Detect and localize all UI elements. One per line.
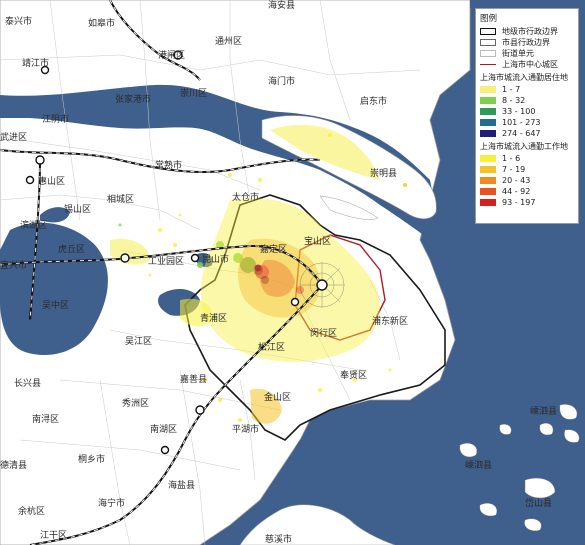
- legend-boundary-label: 地级市行政边界: [502, 27, 558, 36]
- legend-boundary-row: 街道单元: [480, 48, 574, 59]
- label-xishan: 锡山区: [64, 205, 92, 215]
- legend-workplace-row: 93 - 197: [480, 197, 574, 208]
- label-jiading: 嘉定区: [260, 245, 288, 255]
- label-jingjiang: 靖江市: [22, 59, 50, 69]
- legend-workplace-label: 20 - 43: [502, 176, 531, 185]
- label-rugao: 如皋市: [88, 19, 116, 29]
- label-fengxian: 奉贤区: [340, 371, 368, 381]
- label-yuhang: 余杭区: [18, 507, 46, 517]
- label-chongchuan: 崇川区: [180, 89, 208, 99]
- label-taixing: 泰兴市: [5, 17, 33, 27]
- label-haimen: 海门市: [268, 77, 296, 87]
- legend-workplace: 1 - 6 7 - 19 20 - 43 44 - 92 93 - 197: [480, 153, 574, 208]
- label-jiashan: 嘉善县: [180, 375, 208, 385]
- map-view[interactable]: 泰兴市 如皋市 海安县 通州区 港闸区 崇川区 海门市 启东市 靖江市 张家港市…: [0, 0, 585, 545]
- label-yixing: 宜兴市: [0, 261, 28, 271]
- label-wujiang: 吴江区: [125, 337, 153, 347]
- legend-residence: 1 - 7 8 - 32 33 - 100 101 - 273 274 - 647: [480, 84, 574, 139]
- legend-color-swatch: [480, 199, 496, 206]
- legend-boundary-symbol: [480, 64, 496, 65]
- legend-workplace-label: 7 - 19: [502, 165, 526, 174]
- label-haiyan: 海盐县: [168, 481, 196, 491]
- legend-workplace-label: 93 - 197: [502, 198, 536, 207]
- legend-workplace-label: 44 - 92: [502, 187, 531, 196]
- label-jiangyin: 江阴市: [42, 115, 70, 125]
- legend-boundary-symbol: [480, 28, 496, 35]
- legend-residence-row: 33 - 100: [480, 106, 574, 117]
- label-minhang: 闵行区: [310, 329, 338, 339]
- label-nanxun: 南浔区: [32, 415, 60, 425]
- legend-color-swatch: [480, 108, 496, 115]
- label-jinshan: 金山区: [264, 393, 292, 403]
- legend-boundary-label: 上海市中心城区: [502, 60, 558, 69]
- label-shengsi: 嵊泗县: [530, 407, 558, 417]
- legend-residence-row: 274 - 647: [480, 128, 574, 139]
- legend-color-swatch: [480, 166, 496, 173]
- label-gangzha: 港闸区: [158, 51, 186, 61]
- legend-residence-label: 8 - 32: [502, 96, 526, 105]
- legend-color-swatch: [480, 119, 496, 126]
- label-gongyeyuan: 工业园区: [148, 257, 185, 267]
- legend-workplace-row: 44 - 92: [480, 186, 574, 197]
- legend-workplace-row: 7 - 19: [480, 164, 574, 175]
- label-changshu: 常熟市: [155, 161, 183, 171]
- label-qingpu: 青浦区: [200, 314, 228, 324]
- label-haian: 海安县: [268, 1, 296, 11]
- label-zhangjiagang: 张家港市: [115, 95, 152, 105]
- map-legend: 图例 地级市行政边界 市县行政边界 街道单元 上海市中心城区 上海市城流入通勤居住地 …: [475, 8, 579, 224]
- legend-boundaries: 地级市行政边界 市县行政边界 街道单元上海市中心城区: [480, 26, 574, 70]
- legend-boundary-label: 市县行政边界: [502, 38, 550, 47]
- legend-workplace-title: 上海市城流入通勤工作地: [480, 142, 568, 151]
- label-pinghu: 平湖市: [232, 425, 260, 435]
- label-songjiang: 松江区: [258, 343, 286, 353]
- legend-boundary-symbol: [480, 39, 496, 46]
- label-cixi: 慈溪市: [265, 535, 293, 545]
- legend-color-swatch: [480, 188, 496, 195]
- legend-residence-label: 33 - 100: [502, 107, 536, 116]
- legend-boundary-label: 街道单元: [502, 49, 534, 58]
- legend-residence-title: 上海市城流入通勤居住地: [480, 73, 568, 82]
- label-chongming: 崇明县: [370, 169, 398, 179]
- label-wuzhong: 吴中区: [42, 301, 70, 311]
- legend-workplace-label: 1 - 6: [502, 154, 521, 163]
- legend-residence-row: 101 - 273: [480, 117, 574, 128]
- label-pudong: 浦东新区: [372, 317, 409, 327]
- label-haining: 海宁市: [98, 499, 126, 509]
- legend-workplace-row: 20 - 43: [480, 175, 574, 186]
- label-jianggan: 江干区: [40, 531, 68, 541]
- legend-color-swatch: [480, 155, 496, 162]
- label-baoshan: 宝山区: [304, 237, 332, 247]
- legend-color-swatch: [480, 177, 496, 184]
- label-xiangcheng: 相城区: [107, 195, 135, 205]
- legend-color-swatch: [480, 97, 496, 104]
- legend-residence-row: 8 - 32: [480, 95, 574, 106]
- legend-residence-label: 1 - 7: [502, 85, 521, 94]
- legend-residence-label: 274 - 647: [502, 129, 541, 138]
- label-tongxiang: 桐乡市: [78, 455, 106, 465]
- legend-title: 图例: [480, 14, 498, 24]
- label-daishan: 岱山县: [525, 499, 553, 509]
- legend-color-swatch: [480, 130, 496, 137]
- legend-workplace-row: 1 - 6: [480, 153, 574, 164]
- label-deqing: 德清县: [0, 461, 28, 471]
- legend-boundary-symbol: [480, 50, 496, 57]
- label-wujin: 武进区: [0, 133, 28, 143]
- legend-boundary-row: 市县行政边界: [480, 37, 574, 48]
- legend-boundary-row: 上海市中心城区: [480, 59, 574, 70]
- label-huqiu: 虎丘区: [58, 245, 86, 255]
- label-binhu: 滨湖区: [20, 221, 48, 231]
- label-changxing: 长兴县: [14, 379, 42, 389]
- label-taicang: 太仓市: [232, 193, 260, 203]
- label-huishan: 惠山区: [38, 177, 66, 187]
- label-nanhu: 南湖区: [150, 425, 178, 435]
- legend-color-swatch: [480, 86, 496, 93]
- legend-boundary-row: 地级市行政边界: [480, 26, 574, 37]
- label-shengsi2: 嵊泗县: [465, 461, 493, 471]
- label-xiuzhou: 秀洲区: [122, 399, 150, 409]
- label-qidong: 启东市: [360, 97, 388, 107]
- legend-residence-row: 1 - 7: [480, 84, 574, 95]
- label-kunshan: 昆山市: [202, 255, 230, 265]
- label-tongzhou: 通州区: [215, 37, 243, 47]
- legend-residence-label: 101 - 273: [502, 118, 541, 127]
